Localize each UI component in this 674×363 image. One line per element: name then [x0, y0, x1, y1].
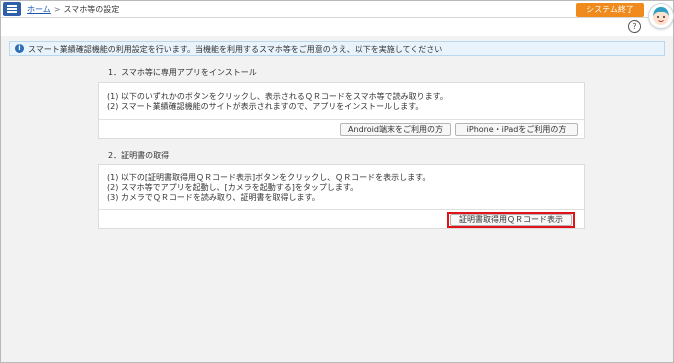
info-text: スマート業績確認機能の利用設定を行います。当機能を利用するスマホ等をご用意のうえ…: [28, 45, 443, 54]
info-icon: i: [15, 44, 24, 53]
android-button[interactable]: Android端末をご利用の方: [340, 123, 451, 136]
help-row: ?: [1, 18, 673, 36]
system-exit-button[interactable]: システム終了: [576, 3, 644, 17]
section2-panel: (1) 以下の[証明書取得用ＱＲコード表示]ボタンをクリックし、ＱＲコードを表示…: [98, 164, 585, 229]
top-bar: ホーム > スマホ等の設定 システム終了: [1, 1, 673, 18]
section2-line: (3) カメラでＱＲコードを読み取り、証明書を取得します。: [107, 193, 320, 202]
breadcrumb: ホーム > スマホ等の設定: [27, 4, 119, 15]
section1-line: (2) スマート業績確認機能のサイトが表示されますので、アプリをインストールしま…: [107, 102, 424, 111]
breadcrumb-separator: >: [53, 5, 61, 14]
iphone-button[interactable]: iPhone・iPadをご利用の方: [455, 123, 578, 136]
section1-title: 1．スマホ等に専用アプリをインストール: [108, 68, 257, 77]
info-banner: i スマート業績確認機能の利用設定を行います。当機能を利用するスマホ等をご用意の…: [9, 41, 665, 56]
breadcrumb-home-link[interactable]: ホーム: [27, 5, 51, 14]
section1-panel: (1) 以下のいずれかのボタンをクリックし、表示されるＱＲコードをスマホ等で読み…: [98, 82, 585, 139]
breadcrumb-current: スマホ等の設定: [63, 5, 120, 14]
assistant-avatar-icon[interactable]: [648, 3, 674, 29]
section2-title: 2．証明書の取得: [108, 151, 170, 160]
section1-divider: [99, 119, 584, 120]
help-icon[interactable]: ?: [628, 20, 641, 33]
qr-code-display-button[interactable]: 証明書取得用ＱＲコード表示: [450, 214, 572, 226]
main-content: i スマート業績確認機能の利用設定を行います。当機能を利用するスマホ等をご用意の…: [1, 36, 673, 362]
hamburger-menu-icon[interactable]: [3, 2, 21, 16]
section2-divider: [99, 209, 584, 210]
